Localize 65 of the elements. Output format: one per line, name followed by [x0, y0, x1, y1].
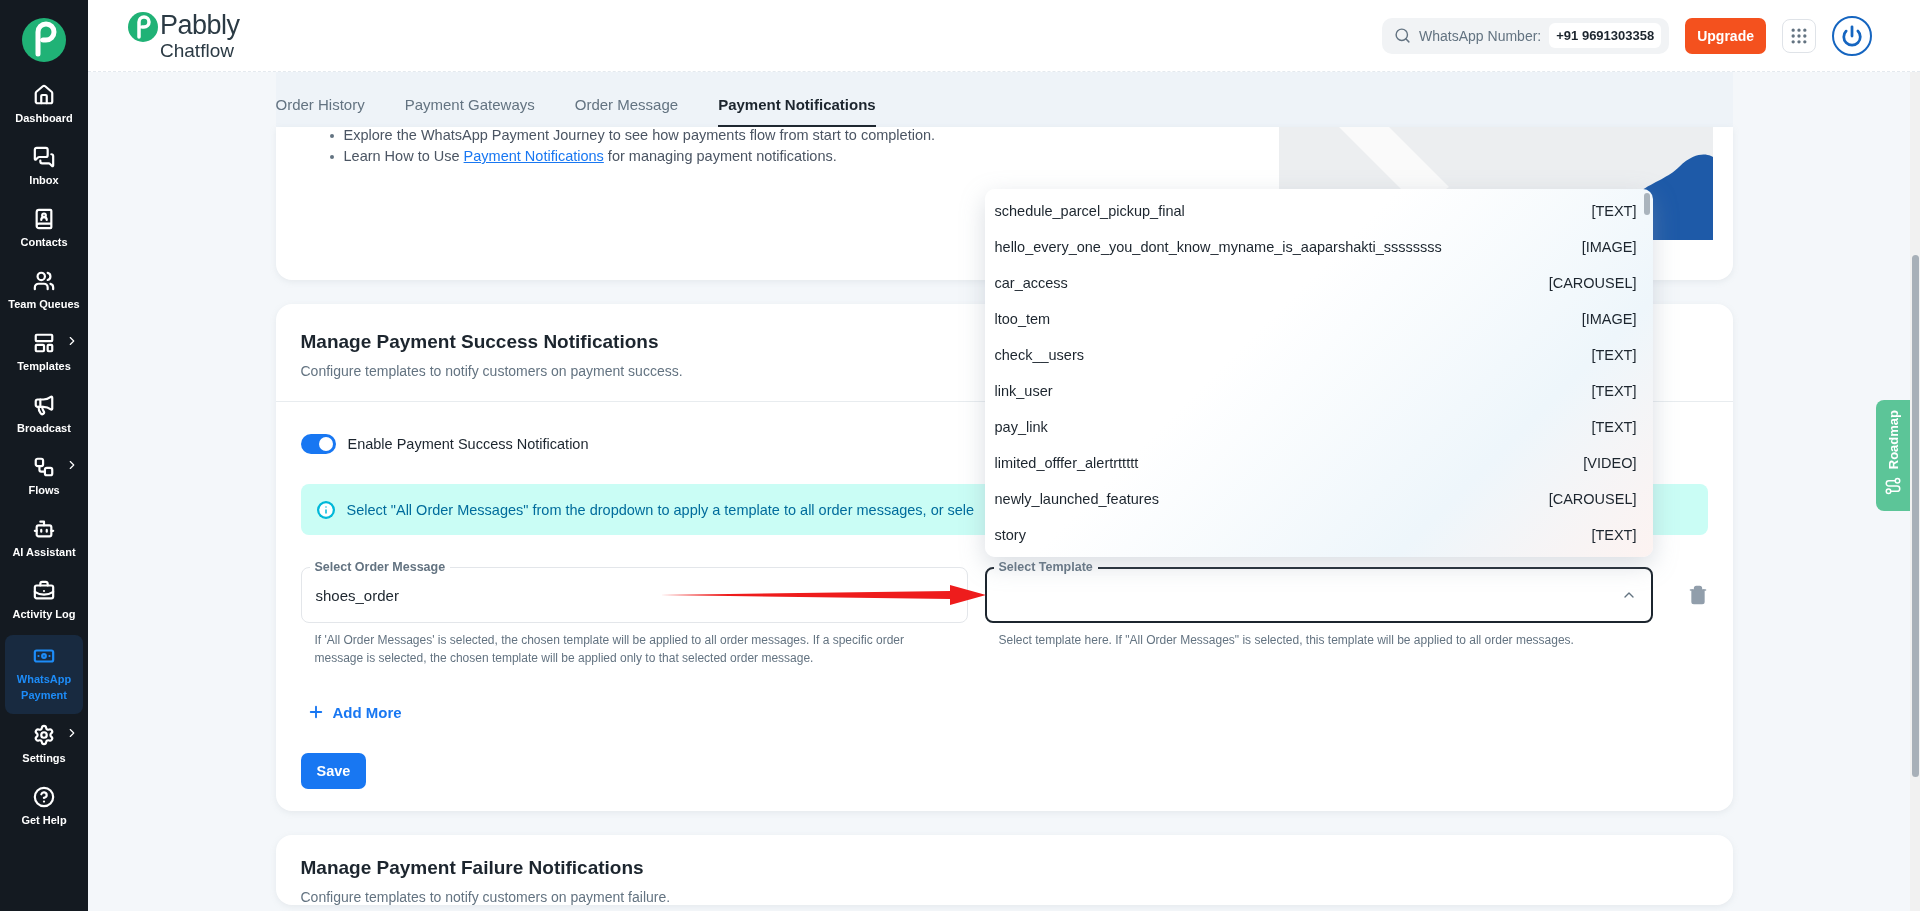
dropdown-option[interactable]: check__users [TEXT]: [994, 337, 1637, 373]
helper-text: If 'All Order Messages' is selected, the chosen template will be applied to all order messages. If a specific order message is selected, the chosen template will be applied only to that selected order message.: [313, 632, 906, 667]
dropdown-option[interactable]: newly_launched_features [CAROUSEL]: [994, 481, 1637, 517]
apps-button[interactable]: [1782, 18, 1816, 53]
helper-text: Select template here. If "All Order Messages" is selected, this template will be applied to all order messages.: [997, 632, 1575, 649]
bullet-text: Learn How to Use Payment Notifications for managing payment notifications.: [343, 147, 837, 166]
section-title: Manage Payment Failure Notifications: [300, 857, 644, 879]
route-icon: [1884, 477, 1902, 496]
nav-icon: [33, 84, 55, 106]
sidebar-item[interactable]: Inbox: [5, 139, 83, 195]
scrollbar-thumb[interactable]: [1643, 193, 1650, 215]
sidebar-item[interactable]: Flows: [5, 449, 83, 505]
add-more-button[interactable]: Add More: [300, 699, 408, 725]
sidebar-item[interactable]: Contacts: [5, 201, 83, 257]
nav-icon: [33, 269, 55, 292]
nav-icon: [33, 455, 55, 478]
nav-icon: [33, 786, 55, 809]
section-title: Manage Payment Success Notifications: [300, 331, 659, 353]
sidebar-item[interactable]: AI Assistant: [5, 511, 83, 567]
account-button[interactable]: [1832, 15, 1872, 56]
sidebar-item[interactable]: Templates: [5, 325, 83, 381]
section-subtitle: Configure templates to notify customers on payment failure.: [300, 889, 671, 905]
dropdown-option[interactable]: hello_every_one_you_dont_know_myname_is_aaparshakti_ssssssss [IMAGE]: [994, 229, 1637, 265]
whatsapp-number-label: WhatsApp Number:: [1419, 27, 1542, 44]
dropdown-option[interactable]: schedule_parcel_pickup_final [TEXT]: [994, 193, 1637, 229]
nav-icon: [33, 331, 55, 354]
info-text: Select "All Order Messages" from the dropdown to apply a template to all order messages, or sele: [346, 501, 975, 518]
dropdown-option[interactable]: pay_link [TEXT]: [994, 409, 1637, 445]
whatsapp-number: +91 9691303358: [1549, 23, 1662, 48]
sidebar-item[interactable]: Get Help: [5, 780, 83, 836]
logo-product: Chatflow: [160, 40, 234, 60]
dropdown-option[interactable]: limited_offfer_alertrttttt [VIDEO]: [994, 445, 1637, 481]
sidebar-item[interactable]: Team Queues: [5, 263, 83, 319]
sidebar-item[interactable]: Settings: [5, 718, 83, 774]
bullet-dot: [329, 155, 334, 159]
delete-icon[interactable]: [1687, 585, 1708, 605]
power-icon: [1841, 24, 1863, 47]
toggle-label: Enable Payment Success Notification: [347, 436, 589, 452]
help-link[interactable]: Payment Notifications: [463, 148, 604, 164]
dropdown-option[interactable]: story [TEXT]: [994, 517, 1637, 553]
sidebar-item[interactable]: Dashboard: [5, 78, 83, 133]
nav-icon: [33, 145, 55, 168]
save-button[interactable]: Save: [300, 753, 367, 789]
dropdown-option[interactable]: ltoo_tem [IMAGE]: [994, 301, 1637, 337]
logo-name: Pabbly: [160, 11, 240, 39]
bullet-text: Explore the WhatsApp Payment Journey to see how payments flow from start to completion.: [343, 126, 936, 145]
tab[interactable]: Order Message: [574, 86, 679, 127]
nav-icon: [33, 579, 55, 602]
tab[interactable]: Order History: [275, 86, 365, 127]
section-subtitle: Configure templates to notify customers on payment success.: [300, 363, 683, 379]
toggle-switch[interactable]: [300, 434, 336, 454]
bullet-dot: [329, 134, 334, 138]
nav-icon: [33, 393, 55, 416]
sidebar-item[interactable]: Broadcast: [5, 387, 83, 443]
dropdown-option[interactable]: car_access [CAROUSEL]: [994, 265, 1637, 301]
dropdown-option[interactable]: link_user [TEXT]: [994, 373, 1637, 409]
logo-icon[interactable]: [22, 18, 66, 62]
search-icon: [1394, 27, 1412, 44]
logo-icon: [128, 11, 158, 42]
nav-icon: [33, 724, 55, 747]
sidebar-item[interactable]: Activity Log: [5, 573, 83, 629]
sidebar-item[interactable]: WhatsApp Payment: [5, 635, 83, 715]
tab[interactable]: Payment Gateways: [404, 86, 535, 127]
info-icon: [316, 500, 335, 519]
nav-icon: [33, 207, 55, 230]
